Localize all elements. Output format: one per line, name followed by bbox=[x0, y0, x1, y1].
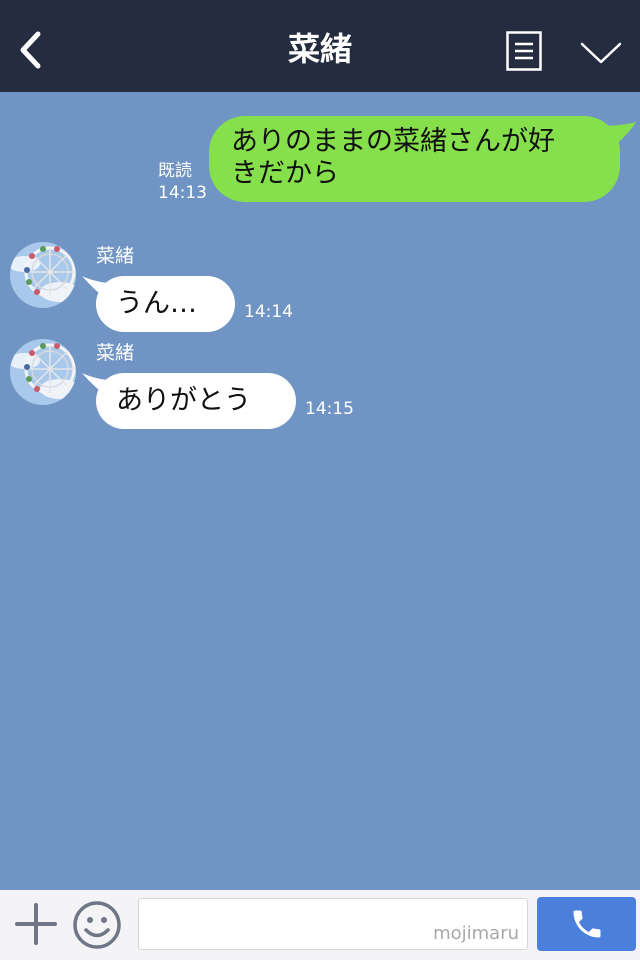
sender-avatar[interactable] bbox=[10, 242, 76, 308]
chat-header: 菜緒 bbox=[0, 0, 640, 92]
menu-button[interactable] bbox=[506, 31, 542, 71]
message-time: 14:14 bbox=[244, 302, 293, 322]
message-text-line: ありのままの菜緒さんが好 bbox=[231, 126, 555, 157]
watermark-text: mojimaru bbox=[433, 923, 519, 944]
chevron-down-icon bbox=[580, 42, 622, 64]
outgoing-message-bubble[interactable]: ありのままの菜緒さんが好 きだから bbox=[209, 116, 620, 202]
message-meta: 既読 14:13 bbox=[158, 160, 207, 204]
incoming-message-bubble[interactable]: ありがとう bbox=[96, 373, 296, 429]
message-time: 14:15 bbox=[305, 399, 354, 419]
collapse-button[interactable] bbox=[578, 36, 624, 68]
ferris-wheel-avatar bbox=[10, 339, 76, 405]
plus-icon bbox=[15, 903, 57, 945]
chat-title: 菜緒 bbox=[287, 30, 352, 68]
chat-area[interactable]: 既読 14:13 ありのままの菜緒さんが好 きだから 菜緒 うん… 14:14 … bbox=[0, 92, 640, 890]
sender-avatar[interactable] bbox=[10, 339, 76, 405]
ferris-wheel-avatar bbox=[10, 242, 76, 308]
emoji-button[interactable] bbox=[72, 900, 122, 950]
smiley-icon bbox=[73, 901, 121, 949]
message-input[interactable]: mojimaru bbox=[138, 898, 528, 950]
sender-name: 菜緒 bbox=[96, 245, 135, 267]
list-menu-icon bbox=[506, 31, 542, 71]
add-attachment-button[interactable] bbox=[14, 902, 58, 946]
read-receipt: 既読 bbox=[158, 161, 192, 181]
message-text-line: きだから bbox=[231, 158, 339, 189]
call-button[interactable] bbox=[537, 897, 636, 951]
sender-name: 菜緒 bbox=[96, 342, 135, 364]
message-time: 14:13 bbox=[158, 183, 207, 203]
incoming-message-bubble[interactable]: うん… bbox=[96, 276, 235, 332]
phone-icon bbox=[573, 910, 600, 938]
input-toolbar: mojimaru bbox=[0, 890, 640, 960]
